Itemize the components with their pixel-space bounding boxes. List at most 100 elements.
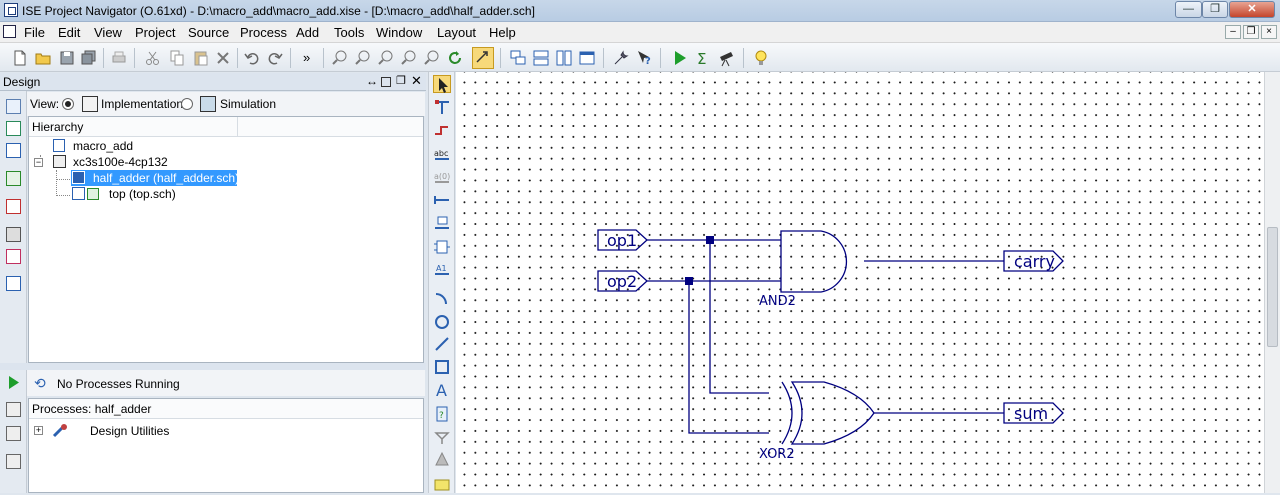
zoom-out-icon[interactable] bbox=[354, 49, 372, 67]
zoom-selection-icon[interactable] bbox=[400, 49, 418, 67]
menu-project[interactable]: Project bbox=[135, 25, 175, 40]
add-instance-icon[interactable] bbox=[433, 238, 451, 256]
collapse-icon[interactable]: − bbox=[34, 158, 43, 167]
menu-source[interactable]: Source bbox=[188, 25, 229, 40]
float-panel-icon[interactable]: ↔ bbox=[366, 74, 378, 88]
implementation-radio[interactable] bbox=[62, 98, 74, 110]
implementation-label[interactable]: Implementation bbox=[101, 97, 183, 111]
menu-edit[interactable]: Edit bbox=[58, 25, 80, 40]
remove-source-icon[interactable] bbox=[6, 199, 21, 214]
maximize-button[interactable]: ❐ bbox=[1202, 1, 1228, 18]
document-menu-icon[interactable] bbox=[3, 25, 16, 38]
junction-op1 bbox=[706, 236, 714, 244]
simulation-label[interactable]: Simulation bbox=[220, 97, 276, 111]
tree-item-half-adder[interactable]: half_adder (half_adder.sch) bbox=[71, 170, 239, 186]
svg-text:a(0): a(0) bbox=[434, 172, 450, 181]
menu-layout[interactable]: Layout bbox=[437, 25, 476, 40]
save-all-icon[interactable] bbox=[80, 49, 98, 67]
tile-vertical-icon[interactable] bbox=[555, 49, 573, 67]
panel-splitter[interactable] bbox=[0, 363, 426, 370]
add-arc-icon[interactable] bbox=[433, 289, 451, 307]
menu-add[interactable]: Add bbox=[296, 25, 319, 40]
minimize-button[interactable]: — bbox=[1175, 1, 1202, 18]
add-bus-tap-icon[interactable]: a(0) bbox=[433, 168, 451, 186]
schematic-canvas[interactable]: op1 op2 carry sum AND2 XOR2 bbox=[456, 72, 1264, 493]
add-circle-icon[interactable] bbox=[433, 313, 451, 331]
menu-view[interactable]: View bbox=[94, 25, 122, 40]
close-panel-icon[interactable]: ✕ bbox=[411, 73, 422, 89]
bus-entry-icon[interactable] bbox=[433, 428, 451, 446]
view-panel-icon[interactable] bbox=[6, 276, 21, 291]
telescope-icon[interactable] bbox=[717, 49, 735, 67]
add-line-icon[interactable] bbox=[433, 335, 451, 353]
check-icon[interactable] bbox=[6, 249, 21, 264]
add-text-abc-icon[interactable]: abc bbox=[433, 145, 451, 163]
add-document-icon[interactable]: ? bbox=[433, 405, 451, 423]
add-wire-icon[interactable] bbox=[433, 98, 451, 116]
wrench-icon[interactable] bbox=[612, 49, 630, 67]
hierarchy-icon[interactable] bbox=[6, 171, 21, 186]
pan-icon[interactable] bbox=[472, 47, 494, 69]
delete-icon[interactable] bbox=[214, 49, 232, 67]
maximize-panel-icon[interactable] bbox=[381, 77, 391, 87]
vertical-scrollbar[interactable] bbox=[1264, 72, 1280, 493]
rename-icon[interactable] bbox=[433, 474, 451, 492]
restore-panel-icon[interactable]: ❐ bbox=[396, 74, 406, 87]
and2-gate[interactable] bbox=[780, 230, 848, 293]
xor2-gate[interactable] bbox=[790, 381, 875, 445]
title-bar: ISE Project Navigator (O.61xd) - D:\macr… bbox=[0, 0, 1280, 22]
open-folder-icon[interactable] bbox=[34, 49, 52, 67]
expand-icon[interactable]: + bbox=[34, 426, 43, 435]
toolbar-overflow-icon[interactable]: » bbox=[303, 49, 321, 67]
cut-icon[interactable] bbox=[144, 49, 162, 67]
save-icon[interactable] bbox=[58, 49, 76, 67]
select-arrow-icon[interactable] bbox=[433, 75, 451, 93]
mdi-minimize-button[interactable]: – bbox=[1225, 25, 1241, 39]
menu-help[interactable]: Help bbox=[489, 25, 516, 40]
schematic-icon bbox=[72, 187, 85, 200]
scroll-thumb[interactable] bbox=[1267, 227, 1278, 347]
redo-icon[interactable] bbox=[266, 49, 284, 67]
new-file-icon[interactable] bbox=[11, 49, 29, 67]
add-io-marker-icon[interactable] bbox=[433, 191, 451, 209]
cascade-windows-icon[interactable] bbox=[509, 49, 527, 67]
simulation-radio[interactable] bbox=[181, 98, 193, 110]
menu-tools[interactable]: Tools bbox=[334, 25, 364, 40]
undo-icon[interactable] bbox=[243, 49, 261, 67]
add-copy-source-icon[interactable] bbox=[6, 143, 21, 158]
add-text-icon[interactable]: A bbox=[433, 380, 451, 400]
mirror-icon[interactable] bbox=[433, 451, 451, 469]
help-query-icon[interactable]: ? bbox=[635, 49, 653, 67]
menu-process[interactable]: Process bbox=[240, 25, 287, 40]
menu-window[interactable]: Window bbox=[376, 25, 422, 40]
mdi-restore-button[interactable]: ❐ bbox=[1243, 25, 1259, 39]
add-rectangle-icon[interactable] bbox=[433, 358, 451, 376]
process-status-bar: ⟲ No Processes Running bbox=[27, 370, 425, 396]
stop-icon[interactable] bbox=[6, 454, 21, 469]
sigma-summary-icon[interactable]: Σ bbox=[694, 49, 712, 68]
close-button[interactable]: ✕ bbox=[1229, 1, 1275, 18]
new-source-icon[interactable] bbox=[6, 99, 21, 114]
run-process-icon[interactable] bbox=[6, 375, 21, 390]
rerun-all-icon[interactable] bbox=[6, 426, 21, 441]
add-attribute-icon[interactable]: A1 bbox=[433, 261, 451, 279]
add-source-icon[interactable] bbox=[6, 121, 21, 136]
menu-file[interactable]: File bbox=[24, 25, 45, 40]
design-side-toolbar bbox=[0, 91, 27, 363]
refresh-icon[interactable] bbox=[446, 49, 464, 67]
properties-icon[interactable] bbox=[6, 227, 21, 242]
zoom-full-icon[interactable] bbox=[377, 49, 395, 67]
mdi-close-button[interactable]: × bbox=[1261, 25, 1277, 39]
window-layout-icon[interactable] bbox=[578, 49, 596, 67]
add-symbol-icon[interactable] bbox=[433, 214, 451, 232]
print-icon[interactable] bbox=[110, 49, 128, 67]
copy-icon[interactable] bbox=[168, 49, 186, 67]
tile-horizontal-icon[interactable] bbox=[532, 49, 550, 67]
zoom-in-icon[interactable] bbox=[331, 49, 349, 67]
lightbulb-icon[interactable] bbox=[752, 49, 770, 67]
zoom-area-icon[interactable] bbox=[423, 49, 441, 67]
run-icon[interactable] bbox=[671, 49, 689, 67]
rerun-icon[interactable] bbox=[6, 402, 21, 417]
paste-icon[interactable] bbox=[192, 49, 210, 67]
add-net-name-icon[interactable] bbox=[433, 122, 451, 140]
